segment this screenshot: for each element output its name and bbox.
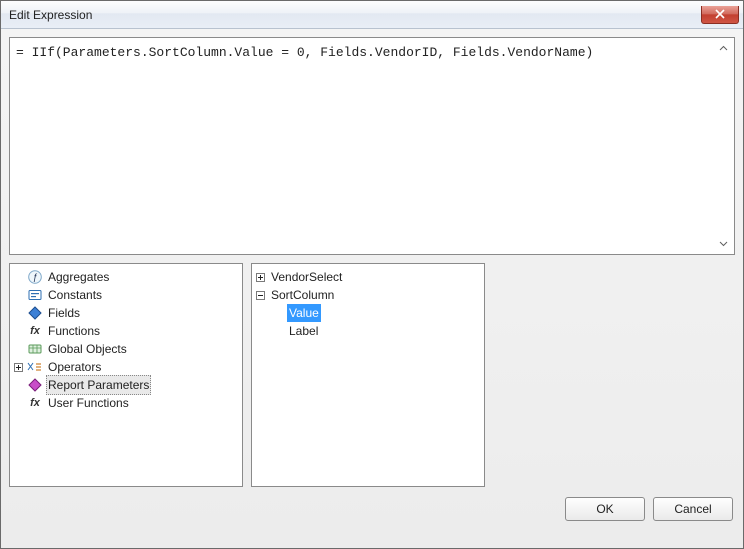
- member-label: SortColumn: [269, 286, 336, 304]
- chevron-down-icon: [719, 239, 728, 248]
- globe-icon: [27, 341, 43, 357]
- category-fields[interactable]: Fields: [12, 304, 242, 322]
- member-label: Label: [287, 322, 320, 340]
- button-label: OK: [596, 502, 613, 516]
- category-global-objects[interactable]: Global Objects: [12, 340, 242, 358]
- expand-toggle[interactable]: [12, 361, 25, 374]
- dialog-buttons: OK Cancel: [9, 495, 735, 525]
- ok-button[interactable]: OK: [565, 497, 645, 521]
- parameter-icon: [27, 377, 43, 393]
- category-report-parameters[interactable]: Report Parameters: [12, 376, 242, 394]
- close-button[interactable]: [701, 6, 739, 24]
- constant-icon: [27, 287, 43, 303]
- scroll-up-button[interactable]: [715, 40, 732, 57]
- category-aggregates[interactable]: ƒ Aggregates: [12, 268, 242, 286]
- plus-box-icon: [256, 273, 265, 282]
- fx-icon: fx: [27, 395, 43, 411]
- category-user-functions[interactable]: fx User Functions: [12, 394, 242, 412]
- plus-box-icon: [14, 363, 23, 372]
- member-label: VendorSelect: [269, 268, 344, 286]
- members-tree: VendorSelect SortColumn Val: [252, 264, 484, 344]
- expand-toggle[interactable]: [254, 271, 267, 284]
- window-title: Edit Expression: [9, 8, 92, 22]
- category-label: Constants: [46, 286, 104, 304]
- field-icon: [27, 305, 43, 321]
- button-label: Cancel: [674, 502, 711, 516]
- category-tree: ƒ Aggregates Constants: [10, 264, 242, 416]
- description-panel: [493, 263, 735, 487]
- member-sortcolumn-label[interactable]: Label: [254, 322, 484, 340]
- category-label: User Functions: [46, 394, 131, 412]
- scrollbar[interactable]: [715, 40, 732, 252]
- expression-input[interactable]: [10, 38, 734, 254]
- category-label: Report Parameters: [46, 375, 151, 395]
- svg-text:ƒ: ƒ: [32, 272, 37, 282]
- expression-editor-container: [9, 37, 735, 255]
- category-label: Operators: [46, 358, 103, 376]
- category-label: Functions: [46, 322, 102, 340]
- minus-box-icon: [256, 291, 265, 300]
- category-functions[interactable]: fx Functions: [12, 322, 242, 340]
- members-panel[interactable]: VendorSelect SortColumn Val: [251, 263, 485, 487]
- member-sortcolumn-value[interactable]: Value: [254, 304, 484, 322]
- category-constants[interactable]: Constants: [12, 286, 242, 304]
- client-area: ƒ Aggregates Constants: [1, 29, 743, 548]
- category-label: Global Objects: [46, 340, 129, 358]
- lower-panels: ƒ Aggregates Constants: [9, 263, 735, 487]
- edit-expression-dialog: Edit Expression: [0, 0, 744, 549]
- operators-icon: [27, 359, 43, 375]
- collapse-toggle[interactable]: [254, 289, 267, 302]
- member-sortcolumn[interactable]: SortColumn: [254, 286, 484, 304]
- fx-icon: fx: [27, 323, 43, 339]
- title-bar: Edit Expression: [1, 1, 743, 29]
- close-icon: [715, 9, 725, 19]
- category-panel[interactable]: ƒ Aggregates Constants: [9, 263, 243, 487]
- category-operators[interactable]: Operators: [12, 358, 242, 376]
- member-vendorselect[interactable]: VendorSelect: [254, 268, 484, 286]
- category-label: Fields: [46, 304, 82, 322]
- member-label: Value: [287, 304, 321, 322]
- cancel-button[interactable]: Cancel: [653, 497, 733, 521]
- chevron-up-icon: [719, 44, 728, 53]
- sigma-icon: ƒ: [27, 269, 43, 285]
- scroll-down-button[interactable]: [715, 235, 732, 252]
- category-label: Aggregates: [46, 268, 111, 286]
